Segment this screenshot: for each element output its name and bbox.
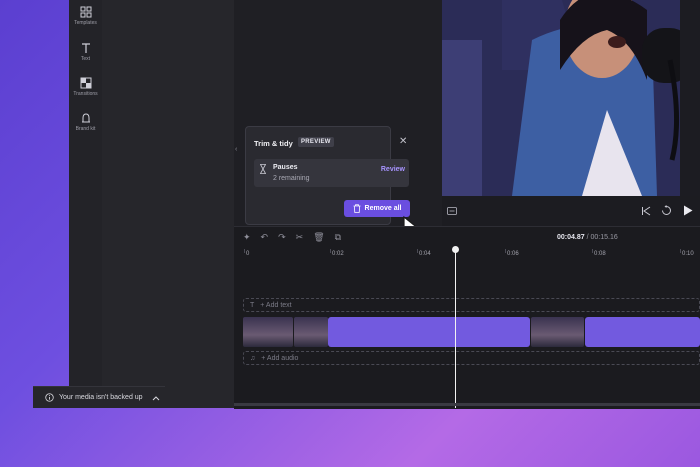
pause-clip[interactable] — [585, 317, 700, 347]
redo-icon[interactable]: ↷ — [278, 232, 286, 243]
sidebar-item-templates[interactable]: Templates — [69, 6, 102, 26]
trash-icon — [353, 204, 361, 213]
tick-label: 0:02 — [332, 251, 344, 257]
playhead-handle[interactable] — [452, 246, 459, 253]
video-clip[interactable] — [243, 317, 293, 347]
brand-kit-icon — [81, 113, 90, 123]
timeline-toolbar: ✦ ↶ ↷ ✂ 🗑 ⧉ — [243, 231, 341, 243]
sidebar-item-label: Transitions — [73, 91, 98, 97]
magic-icon[interactable]: ✦ — [243, 232, 251, 243]
current-time: 00:04.87 — [557, 234, 585, 241]
video-clip[interactable] — [531, 317, 584, 347]
backup-notice[interactable]: Your media isn't backed up — [33, 386, 165, 408]
scissors-icon[interactable]: ✂ — [296, 232, 304, 243]
tick-label: 0:10 — [682, 251, 694, 257]
transitions-icon — [80, 77, 91, 89]
add-text-label: + Add text — [260, 301, 292, 309]
sidebar-item-text[interactable]: Text — [69, 42, 102, 62]
left-rail: Templates Text Transitions Brand kit — [69, 0, 103, 408]
pauses-card: Pauses 2 remaining Review — [254, 159, 409, 187]
video-clip[interactable] — [294, 317, 328, 347]
music-note-icon: ♫ — [250, 354, 256, 362]
tick-label: 0 — [246, 251, 250, 257]
collapse-panel-icon[interactable]: ‹ — [235, 146, 241, 158]
pauses-remaining: 2 remaining — [273, 175, 310, 182]
side-panel — [102, 0, 234, 408]
remove-all-label: Remove all — [364, 205, 402, 212]
hourglass-icon — [260, 164, 266, 174]
info-icon — [45, 393, 54, 402]
delete-icon[interactable]: 🗑 — [313, 232, 324, 243]
backup-label: Your media isn't backed up — [59, 394, 143, 401]
sidebar-item-label: Templates — [74, 20, 97, 26]
play-icon[interactable] — [683, 205, 693, 216]
add-audio-label: + Add audio — [261, 354, 299, 362]
undo-icon[interactable]: ↶ — [261, 232, 269, 243]
sidebar-item-label: Text — [80, 56, 91, 62]
sidebar-item-label: Brand kit — [75, 126, 96, 132]
rewind-5-icon[interactable] — [661, 205, 672, 216]
playback-controls — [442, 196, 700, 226]
playhead[interactable] — [455, 247, 456, 408]
pause-clip[interactable] — [328, 317, 530, 347]
video-preview — [442, 0, 700, 196]
duplicate-icon[interactable]: ⧉ — [335, 232, 341, 243]
templates-icon — [80, 6, 91, 18]
captions-icon[interactable] — [447, 207, 457, 215]
popup-title: Trim & tidy — [254, 139, 293, 148]
audio-track[interactable]: ♫ + Add audio — [243, 351, 700, 365]
sidebar-item-brand-kit[interactable]: Brand kit — [69, 112, 102, 132]
timeline-ruler: 0 0:02 0:04 0:06 0:08 0:10 — [243, 249, 700, 261]
text-icon — [81, 43, 90, 53]
pauses-title: Pauses — [273, 164, 298, 171]
sidebar-item-transitions[interactable]: Transitions — [69, 77, 102, 97]
close-icon[interactable]: ✕ — [399, 136, 407, 147]
total-time: / 00:15.16 — [586, 234, 618, 241]
text-track-icon: T — [250, 301, 255, 309]
video-track — [243, 317, 700, 347]
video-frame — [442, 0, 700, 196]
timecode: 00:04.87 / 00:15.16 — [557, 234, 618, 241]
timeline-scrollbar[interactable] — [234, 403, 700, 406]
tick-label: 0:04 — [419, 251, 431, 257]
tick-label: 0:06 — [507, 251, 519, 257]
review-link[interactable]: Review — [381, 166, 405, 173]
tick-label: 0:08 — [594, 251, 606, 257]
text-track[interactable]: T + Add text — [243, 298, 700, 312]
skip-back-icon[interactable] — [641, 206, 651, 216]
preview-badge: PREVIEW — [298, 137, 334, 147]
remove-all-button[interactable]: Remove all — [344, 200, 410, 217]
chevron-up-icon[interactable] — [152, 395, 160, 401]
